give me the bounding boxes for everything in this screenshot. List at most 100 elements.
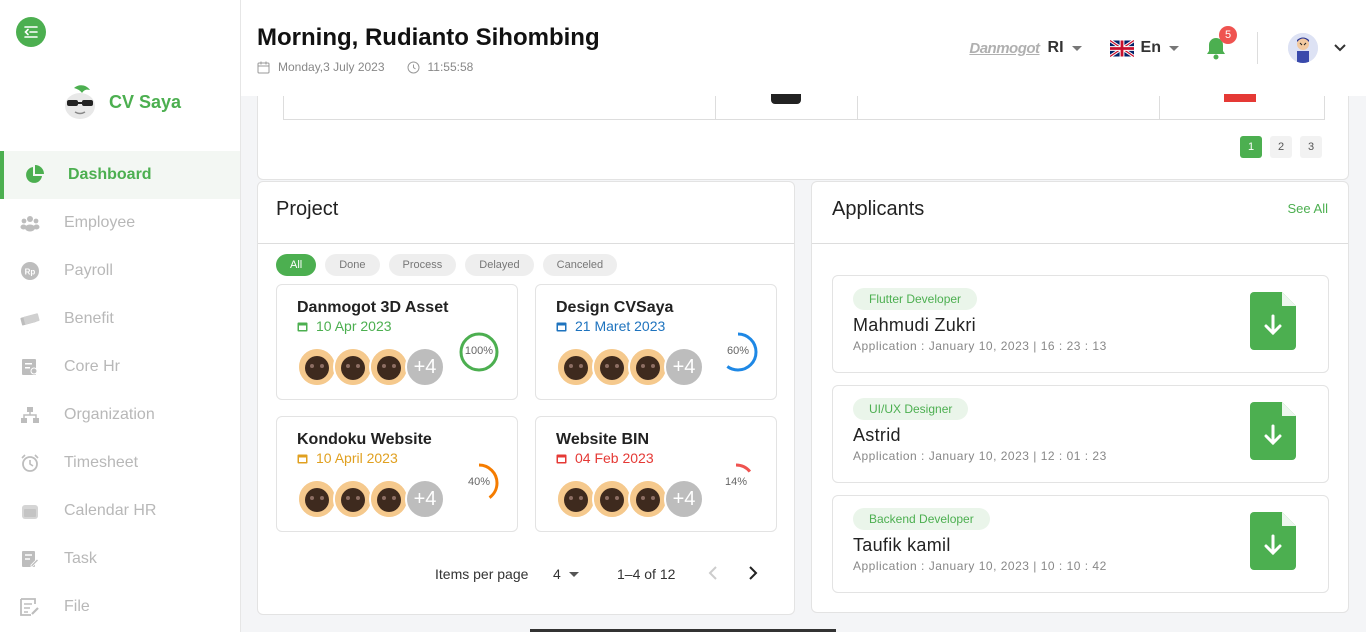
calendar-small-icon [556, 322, 567, 331]
sidebar-item-label: Task [64, 550, 97, 567]
notification-badge: 5 [1219, 26, 1237, 44]
card-divider [812, 243, 1348, 244]
project-item[interactable]: Design CVSaya 21 Maret 2023 +4 60% [535, 284, 777, 400]
sidebar-item-label: Dashboard [68, 166, 152, 183]
progress-label: 100% [464, 345, 494, 357]
filter-process[interactable]: Process [388, 254, 457, 276]
calendar-small-icon [556, 454, 567, 463]
project-item-date-text: 04 Feb 2023 [575, 450, 654, 466]
items-per-page-select[interactable]: 4 [553, 566, 579, 582]
member-avatar [628, 479, 668, 519]
sidebar-item-label: Calendar HR [64, 502, 157, 519]
paginator-range: 1–4 of 12 [617, 566, 676, 582]
id-card-icon [20, 357, 40, 377]
filter-done[interactable]: Done [325, 254, 380, 276]
member-avatar [369, 479, 409, 519]
project-filters: All Done Process Delayed Canceled [276, 254, 626, 276]
svg-text:Rp: Rp [25, 268, 36, 277]
menu-collapse-icon [24, 26, 38, 38]
applicant-item[interactable]: Backend Developer Taufik kamil Applicati… [832, 495, 1329, 593]
task-icon [20, 549, 40, 569]
chevron-down-icon [1334, 44, 1346, 52]
sidebar-item-payroll[interactable]: Rp Payroll [0, 247, 240, 295]
project-item[interactable]: Website BIN 04 Feb 2023 +4 14% [535, 416, 777, 532]
member-avatar [592, 347, 632, 387]
header-date: Monday,3 July 2023 [257, 60, 385, 74]
header-actions: Danmogot RI En 5 [969, 26, 1366, 66]
applicant-name: Taufik kamil [853, 535, 951, 555]
download-file-icon[interactable] [1250, 512, 1296, 570]
table-cell-status-icon [1224, 94, 1256, 102]
company-logo: Danmogot [969, 39, 1040, 57]
project-item[interactable]: Kondoku Website 10 April 2023 +4 40% [276, 416, 518, 532]
applicant-item[interactable]: UI/UX Designer Astrid Application : Janu… [832, 385, 1329, 483]
sidebar-item-task[interactable]: Task [0, 535, 240, 583]
sidebar-item-employee[interactable]: Employee [0, 199, 240, 247]
project-item-date-text: 21 Maret 2023 [575, 318, 666, 334]
download-file-icon[interactable] [1250, 292, 1296, 350]
file-icon [20, 597, 40, 617]
member-avatar [333, 347, 373, 387]
uk-flag-icon [1109, 39, 1134, 57]
sidebar-item-calendar-hr[interactable]: Calendar HR [0, 487, 240, 535]
member-avatar [369, 347, 409, 387]
filter-canceled[interactable]: Canceled [542, 254, 618, 276]
applicant-date: Application : January 10, 2023 | 12 : 01… [853, 449, 1107, 463]
sidebar-item-file[interactable]: File [0, 583, 240, 631]
sidebar-item-organization[interactable]: Organization [0, 391, 240, 439]
progress-label: 40% [467, 476, 491, 488]
member-avatar [556, 347, 596, 387]
sidebar-nav: Dashboard Employee Rp Payroll Benefit Co… [0, 151, 240, 631]
member-avatar [297, 347, 337, 387]
sidebar-item-label: Payroll [64, 262, 113, 279]
card-divider [258, 243, 794, 244]
pagination-page-1[interactable]: 1 [1240, 136, 1262, 158]
rupiah-icon: Rp [20, 261, 40, 281]
header-date-text: Monday,3 July 2023 [278, 60, 385, 74]
table-cell-divider [715, 96, 716, 119]
applicant-date: Application : January 10, 2023 | 16 : 23… [853, 339, 1107, 353]
sidebar-collapse-button[interactable] [16, 17, 46, 47]
pagination-page-3[interactable]: 3 [1300, 136, 1322, 158]
chevron-down-icon [1169, 45, 1179, 51]
alarm-icon [20, 453, 40, 473]
calendar-icon [20, 501, 40, 521]
users-icon [20, 213, 40, 233]
sidebar-item-core-hr[interactable]: Core Hr [0, 343, 240, 391]
sidebar-item-benefit[interactable]: Benefit [0, 295, 240, 343]
notification-button[interactable]: 5 [1205, 26, 1237, 60]
sidebar-item-timesheet[interactable]: Timesheet [0, 439, 240, 487]
filter-delayed[interactable]: Delayed [465, 254, 534, 276]
applicant-name: Mahmudi Zukri [853, 315, 976, 335]
sidebar-item-dashboard[interactable]: Dashboard [0, 151, 240, 199]
pie-chart-icon [24, 165, 44, 185]
items-per-page-value: 4 [553, 566, 561, 582]
company-selector[interactable]: Danmogot RI [969, 39, 1082, 57]
see-all-link[interactable]: See All [1288, 201, 1328, 216]
profile-menu[interactable] [1288, 33, 1346, 63]
project-item[interactable]: Danmogot 3D Asset 10 Apr 2023 +4 100% [276, 284, 518, 400]
table-cell-divider [857, 96, 858, 119]
sidebar-item-label: Benefit [64, 310, 114, 327]
paginator-prev-button[interactable] [708, 566, 718, 583]
applicant-role: UI/UX Designer [853, 398, 969, 420]
table-pagination: 1 2 3 [1232, 136, 1322, 309]
brand[interactable]: CV Saya [60, 82, 181, 122]
table-cell-thumb [771, 94, 801, 104]
project-item-date: 21 Maret 2023 [556, 318, 665, 334]
filter-all[interactable]: All [276, 254, 317, 276]
chevron-right-icon [749, 566, 758, 580]
project-item-title: Design CVSaya [556, 299, 674, 316]
project-item-members: +4 [297, 347, 445, 387]
language-selector[interactable]: En [1109, 39, 1179, 57]
pagination-page-2[interactable]: 2 [1270, 136, 1292, 158]
header-time: 11:55:58 [407, 60, 473, 74]
items-per-page-label: Items per page [435, 566, 529, 582]
sidebar-item-label: Timesheet [64, 454, 139, 471]
company-code: RI [1047, 39, 1064, 56]
download-file-icon[interactable] [1250, 402, 1296, 460]
greeting-title: Morning, Rudianto Sihombing [257, 24, 600, 51]
progress-label: 14% [724, 476, 748, 488]
paginator-next-button[interactable] [748, 566, 758, 583]
applicant-item[interactable]: Flutter Developer Mahmudi Zukri Applicat… [832, 275, 1329, 373]
